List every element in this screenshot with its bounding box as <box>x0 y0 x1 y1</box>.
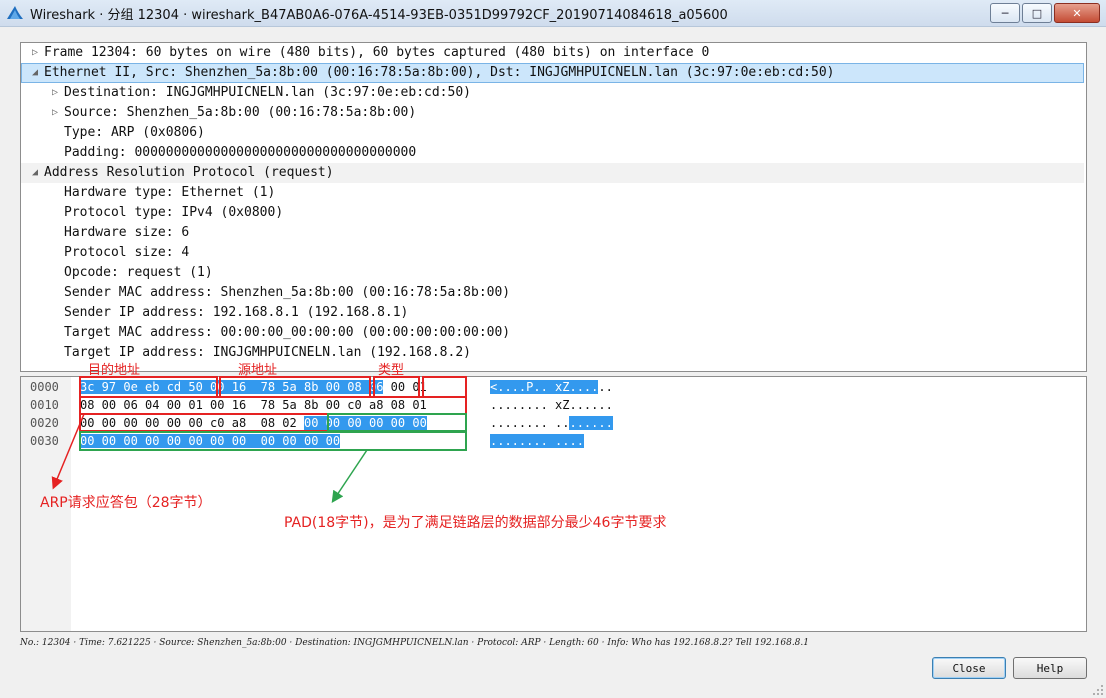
annotation-arp-packet: ARP请求应答包（28字节） <box>40 495 212 511</box>
tree-row-eth-source[interactable]: ▷ Source: Shenzhen_5a:8b:00 (00:16:78:5a… <box>21 103 1084 123</box>
padding-line4-highlight-box <box>79 431 467 451</box>
tree-row-eth-destination[interactable]: ▷ Destination: INGJGMHPUICNELN.lan (3c:9… <box>21 83 1084 103</box>
byte-offset: 0010 <box>30 398 59 412</box>
src-mac-highlight-box <box>219 376 371 398</box>
tree-row-arp-target-mac[interactable]: Target MAC address: 00:00:00_00:00:00 (0… <box>21 323 1084 343</box>
maximize-button[interactable]: □ <box>1022 3 1052 23</box>
tree-row-label: Frame 12304: 60 bytes on wire (480 bits)… <box>44 45 710 60</box>
ascii-line[interactable]: <....P.. xZ...... <box>490 378 613 396</box>
tree-row-arp[interactable]: ◢ Address Resolution Protocol (request) <box>21 163 1084 183</box>
expand-triangle-icon[interactable]: ▷ <box>29 43 41 63</box>
ascii-line[interactable]: ........ xZ...... <box>490 396 613 414</box>
tree-row-label: Protocol size: 4 <box>64 245 190 260</box>
close-icon: ✕ <box>1072 6 1082 20</box>
help-button[interactable]: Help <box>1013 657 1087 679</box>
annotation-padding: PAD(18字节)，是为了满足链路层的数据部分最少46字节要求 <box>284 515 667 531</box>
ascii-text[interactable]: ........ .. <box>490 416 569 430</box>
tree-row-label: Hardware type: Ethernet (1) <box>64 185 276 200</box>
tree-row-eth-type[interactable]: Type: ARP (0x0806) <box>21 123 1084 143</box>
expand-triangle-icon[interactable]: ▷ <box>49 83 61 103</box>
annotation-src-mac: 源地址 <box>238 363 278 378</box>
tree-row-ethernet[interactable]: ◢ Ethernet II, Src: Shenzhen_5a:8b:00 (0… <box>21 63 1084 83</box>
tree-row-label: Source: Shenzhen_5a:8b:00 (00:16:78:5a:8… <box>64 105 417 120</box>
packet-details-pane[interactable]: ▷ Frame 12304: 60 bytes on wire (480 bit… <box>20 42 1087 372</box>
ascii-selected[interactable]: <....P.. xZ.... <box>490 380 599 394</box>
padding-line3-highlight-box <box>327 413 467 432</box>
annotation-dest-mac: 目的地址 <box>88 363 141 378</box>
tree-row-label: Hardware size: 6 <box>64 225 190 240</box>
byte-offset: 0030 <box>30 434 59 448</box>
ascii-selected[interactable]: ...... <box>569 416 613 430</box>
collapse-triangle-icon[interactable]: ◢ <box>29 63 41 83</box>
dest-mac-highlight-box <box>79 376 218 398</box>
tree-row-frame[interactable]: ▷ Frame 12304: 60 bytes on wire (480 bit… <box>21 43 1084 63</box>
ascii-selected[interactable]: ........ .... <box>490 434 584 448</box>
ascii-line[interactable]: ........ ........ <box>490 414 613 432</box>
close-window-button[interactable]: ✕ <box>1054 3 1100 23</box>
collapse-triangle-icon[interactable]: ◢ <box>29 163 41 183</box>
tree-row-label: Padding: 0000000000000000000000000000000… <box>64 145 417 160</box>
tree-row-arp-proto-type[interactable]: Protocol type: IPv4 (0x0800) <box>21 203 1084 223</box>
tree-row-arp-opcode[interactable]: Opcode: request (1) <box>21 263 1084 283</box>
wireshark-fin-icon <box>7 6 23 19</box>
tree-row-label: Sender IP address: 192.168.8.1 (192.168.… <box>64 305 409 320</box>
ascii-text[interactable]: ........ xZ...... <box>490 398 613 412</box>
arp-start-highlight-box <box>422 376 467 398</box>
annotation-type: 类型 <box>378 363 405 378</box>
resize-grip-icon[interactable] <box>1092 684 1104 696</box>
minimize-icon: ─ <box>1001 6 1009 20</box>
byte-offset: 0000 <box>30 380 59 394</box>
tree-row-label: Opcode: request (1) <box>64 265 213 280</box>
tree-row-arp-hw-size[interactable]: Hardware size: 6 <box>21 223 1084 243</box>
tree-row-label: Destination: INGJGMHPUICNELN.lan (3c:97:… <box>64 85 471 100</box>
title-bar: Wireshark · 分组 12304 · wireshark_B47AB0A… <box>0 0 1106 27</box>
tree-row-label: Address Resolution Protocol (request) <box>44 165 334 180</box>
tree-row-arp-target-ip[interactable]: Target IP address: INGJGMHPUICNELN.lan (… <box>21 343 1084 363</box>
close-button[interactable]: Close <box>932 657 1006 679</box>
tree-row-arp-proto-size[interactable]: Protocol size: 4 <box>21 243 1084 263</box>
type-highlight-box <box>373 376 420 398</box>
ascii-line[interactable]: ........ .... <box>490 432 584 450</box>
ascii-text[interactable]: .. <box>598 380 612 394</box>
tree-row-arp-hw-type[interactable]: Hardware type: Ethernet (1) <box>21 183 1084 203</box>
expand-triangle-icon[interactable]: ▷ <box>49 103 61 123</box>
tree-row-eth-padding[interactable]: Padding: 0000000000000000000000000000000… <box>21 143 1084 163</box>
tree-row-label: Sender MAC address: Shenzhen_5a:8b:00 (0… <box>64 285 511 300</box>
tree-row-arp-sender-ip[interactable]: Sender IP address: 192.168.8.1 (192.168.… <box>21 303 1084 323</box>
window-title: Wireshark · 分组 12304 · wireshark_B47AB0A… <box>30 8 728 23</box>
minimize-button[interactable]: ─ <box>990 3 1020 23</box>
tree-row-label: Ethernet II, Src: Shenzhen_5a:8b:00 (00:… <box>44 65 835 80</box>
tree-row-label: Protocol type: IPv4 (0x0800) <box>64 205 284 220</box>
byte-offset: 0020 <box>30 416 59 430</box>
arp-line3-highlight-box <box>79 413 329 432</box>
tree-row-arp-sender-mac[interactable]: Sender MAC address: Shenzhen_5a:8b:00 (0… <box>21 283 1084 303</box>
tree-row-label: Type: ARP (0x0806) <box>64 125 205 140</box>
tree-row-label: Target MAC address: 00:00:00_00:00:00 (0… <box>64 325 511 340</box>
maximize-icon: □ <box>1031 6 1043 20</box>
packet-summary-line: No.: 12304 · Time: 7.621225 · Source: Sh… <box>20 638 809 648</box>
